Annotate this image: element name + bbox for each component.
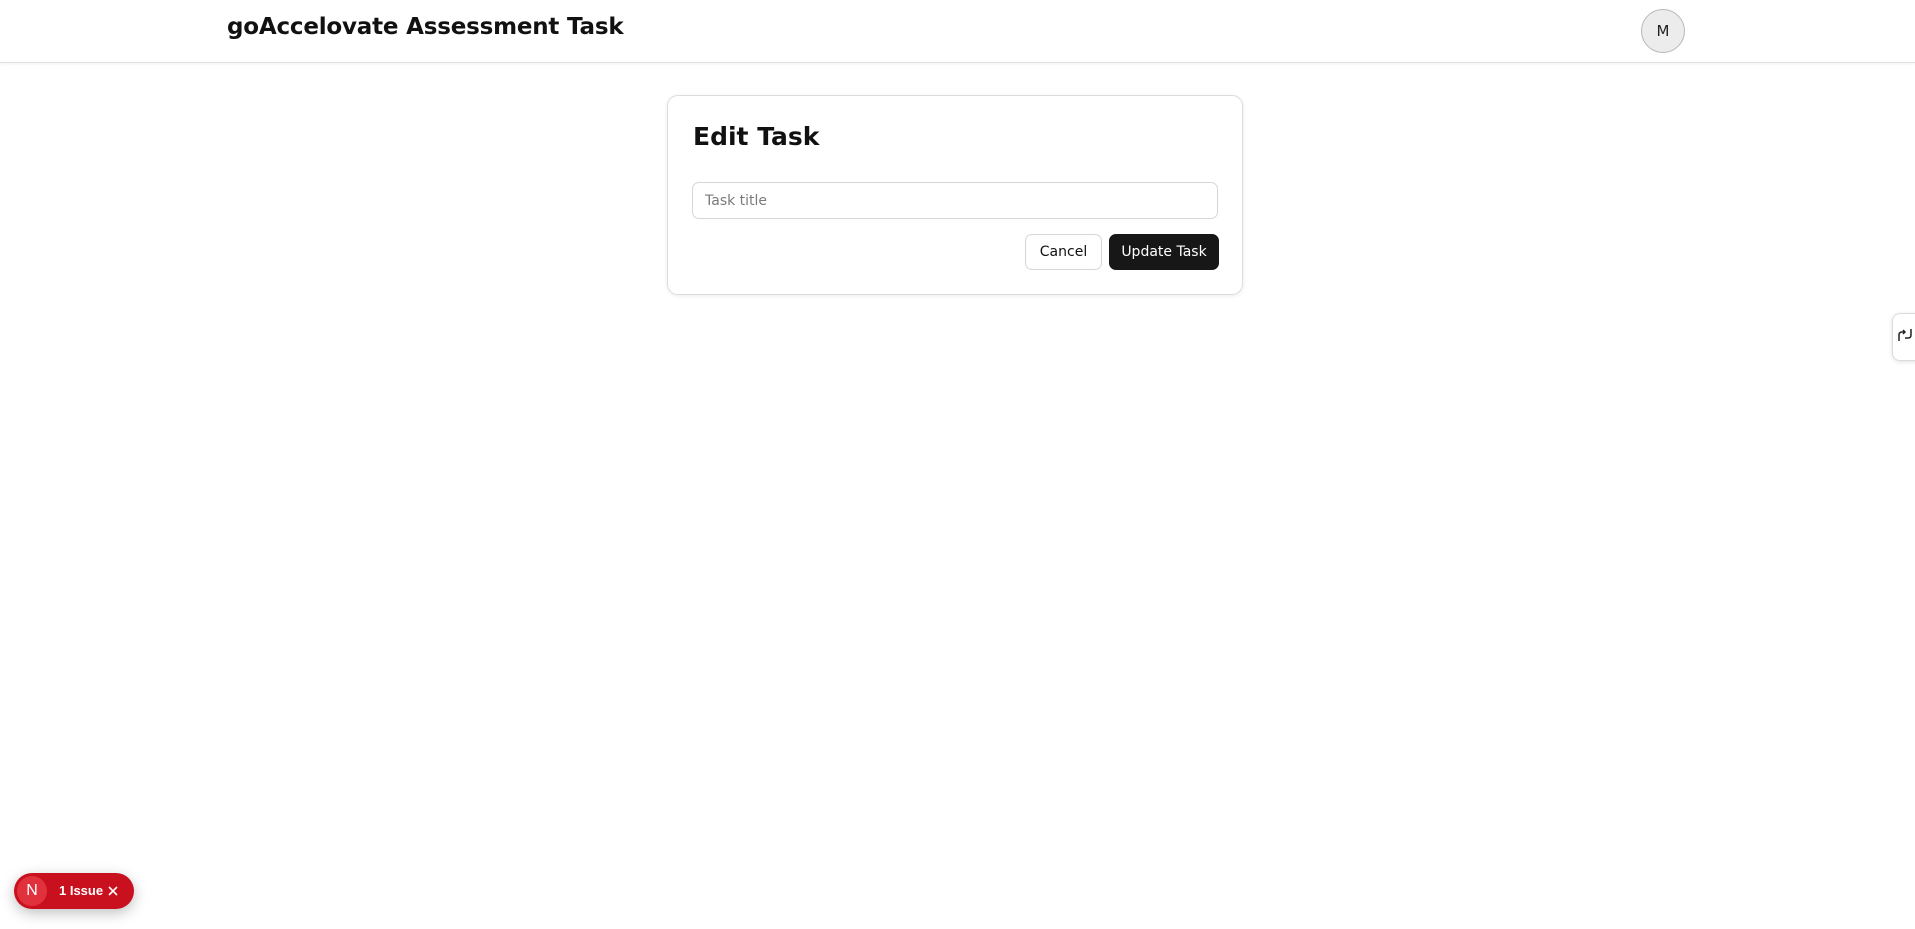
avatar-initial: M <box>1656 22 1670 40</box>
logo-letter: N <box>26 882 38 899</box>
top-navbar: goAccelovate Assessment Task M <box>0 0 1915 63</box>
edit-task-heading: Edit Task <box>693 122 820 151</box>
split-route-icon <box>1897 327 1913 347</box>
issue-count-label[interactable]: 1 Issue <box>59 873 103 909</box>
dev-issues-indicator[interactable]: N 1 Issue <box>14 873 134 909</box>
update-task-button[interactable]: Update Task <box>1109 234 1219 270</box>
app-title: goAccelovate Assessment Task <box>227 14 624 40</box>
close-icon[interactable] <box>106 884 120 898</box>
task-title-input[interactable] <box>692 182 1218 219</box>
cancel-button[interactable]: Cancel <box>1025 234 1102 270</box>
user-avatar[interactable]: M <box>1641 9 1685 53</box>
edit-task-card: Edit Task Cancel Update Task <box>667 95 1243 295</box>
side-panel-tab[interactable] <box>1892 313 1915 361</box>
framework-logo-icon: N <box>17 876 47 906</box>
